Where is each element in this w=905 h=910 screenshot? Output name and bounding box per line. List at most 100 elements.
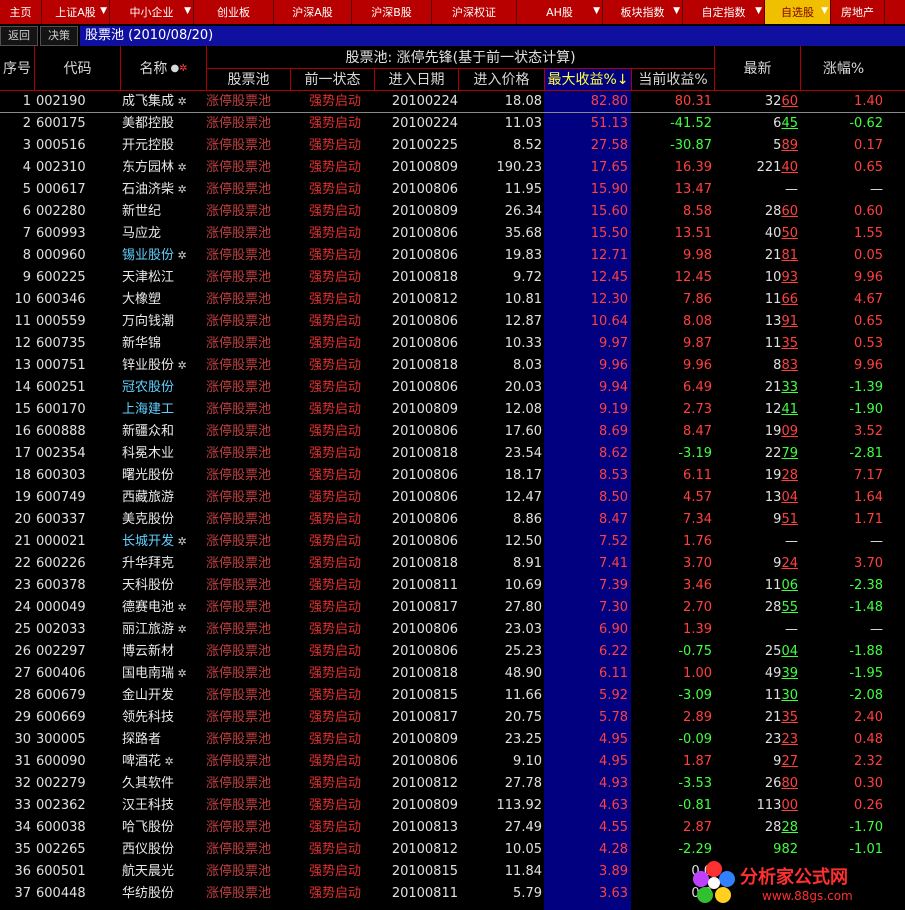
stock-name[interactable]: 博云新材: [122, 641, 207, 663]
table-row[interactable]: 11 000559 万向钱潮 涨停股票池 强势启动 20100806 12.87 10.64 8…: [0, 311, 905, 333]
stock-name[interactable]: 探路者: [122, 729, 207, 751]
table-row[interactable]: 2 600175 美都控股 涨停股票池 强势启动 20100224 11.03 51.13 -4…: [0, 113, 905, 135]
table-row[interactable]: 31 600090 啤酒花 ✲ 涨停股票池 强势启动 20100806 9.10 4.95 1.…: [0, 751, 905, 773]
menu-item-2[interactable]: 中小企业 ▼: [110, 0, 194, 24]
table-row[interactable]: 18 600303 曙光股份 涨停股票池 强势启动 20100806 18.17 8.53 6.…: [0, 465, 905, 487]
dropdown-arrow-icon[interactable]: ▼: [821, 6, 828, 16]
header-entry-date[interactable]: 进入日期: [374, 68, 458, 90]
header-index[interactable]: 序号: [0, 46, 34, 90]
table-row[interactable]: 15 600170 上海建工 涨停股票池 强势启动 20100809 12.08 9.19 2.…: [0, 399, 905, 421]
stock-name[interactable]: 曙光股份: [122, 465, 207, 487]
stock-name[interactable]: 新华锦: [122, 333, 207, 355]
table-row[interactable]: 10 600346 大橡塑 涨停股票池 强势启动 20100812 10.81 12.30 7.…: [0, 289, 905, 311]
menu-item-5[interactable]: 沪深B股: [352, 0, 432, 24]
table-row[interactable]: 27 600406 国电南瑞 ✲ 涨停股票池 强势启动 20100818 48.90 6.11…: [0, 663, 905, 685]
stock-name[interactable]: 天科股份: [122, 575, 207, 597]
header-name[interactable]: 名称 ● ✲: [120, 46, 206, 90]
stock-name[interactable]: 国电南瑞 ✲: [122, 663, 207, 685]
decision-button[interactable]: 决策: [40, 26, 78, 46]
dropdown-arrow-icon[interactable]: ▼: [593, 6, 600, 16]
menu-item-11[interactable]: 房地产: [831, 0, 885, 24]
stock-name[interactable]: 成飞集成 ✲: [122, 91, 207, 113]
table-row[interactable]: 34 600038 哈飞股份 涨停股票池 强势启动 20100813 27.49 4.55 2.…: [0, 817, 905, 839]
stock-name[interactable]: 马应龙: [122, 223, 207, 245]
table-row[interactable]: 8 000960 锡业股份 ✲ 涨停股票池 强势启动 20100806 19.83 12.71…: [0, 245, 905, 267]
stock-name[interactable]: 长城开发 ✲: [122, 531, 207, 553]
menu-item-1[interactable]: 上证A股 ▼: [42, 0, 110, 24]
table-row[interactable]: 30 300005 探路者 涨停股票池 强势启动 20100809 23.25 4.95 -0.…: [0, 729, 905, 751]
stock-name[interactable]: 汉王科技: [122, 795, 207, 817]
menu-item-9[interactable]: 自定指数 ▼: [683, 0, 765, 24]
header-max-profit[interactable]: 最大收益%↓: [544, 68, 631, 90]
table-row[interactable]: 14 600251 冠农股份 涨停股票池 强势启动 20100806 20.03 9.94 6.…: [0, 377, 905, 399]
stock-name[interactable]: 升华拜克: [122, 553, 207, 575]
stock-name[interactable]: 大橡塑: [122, 289, 207, 311]
table-row[interactable]: 20 600337 美克股份 涨停股票池 强势启动 20100806 8.86 8.47 7.3…: [0, 509, 905, 531]
table-row[interactable]: 24 000049 德赛电池 ✲ 涨停股票池 强势启动 20100817 27.80 7.30…: [0, 597, 905, 619]
stock-name[interactable]: 开元控股: [122, 135, 207, 157]
table-row[interactable]: 12 600735 新华锦 涨停股票池 强势启动 20100806 10.33 9.97 9.8…: [0, 333, 905, 355]
table-row[interactable]: 9 600225 天津松江 涨停股票池 强势启动 20100818 9.72 12.45 12.…: [0, 267, 905, 289]
stock-name[interactable]: 德赛电池 ✲: [122, 597, 207, 619]
table-row[interactable]: 33 002362 汉王科技 涨停股票池 强势启动 20100809 113.92 4.63 -…: [0, 795, 905, 817]
table-row[interactable]: 6 002280 新世纪 涨停股票池 强势启动 20100809 26.34 15.60 8.5…: [0, 201, 905, 223]
stock-name[interactable]: 万向钱潮: [122, 311, 207, 333]
table-row[interactable]: 5 000617 石油济柴 ✲ 涨停股票池 强势启动 20100806 11.95 15.90…: [0, 179, 905, 201]
header-pool[interactable]: 股票池: [206, 68, 290, 90]
table-row[interactable]: 22 600226 升华拜克 涨停股票池 强势启动 20100818 8.91 7.41 3.7…: [0, 553, 905, 575]
stock-name[interactable]: 西仪股份: [122, 839, 207, 861]
stock-name[interactable]: 美都控股: [122, 113, 207, 135]
stock-name[interactable]: 锌业股份 ✲: [122, 355, 207, 377]
header-entry-price[interactable]: 进入价格: [458, 68, 544, 90]
menu-item-6[interactable]: 沪深权证: [432, 0, 517, 24]
table-row[interactable]: 21 000021 长城开发 ✲ 涨停股票池 强势启动 20100806 12.50 7.52…: [0, 531, 905, 553]
table-row[interactable]: 29 600669 领先科技 涨停股票池 强势启动 20100817 20.75 5.78 2.…: [0, 707, 905, 729]
header-current-profit[interactable]: 当前收益%: [631, 68, 714, 90]
dropdown-arrow-icon[interactable]: ▼: [673, 6, 680, 16]
dropdown-arrow-icon[interactable]: ▼: [100, 6, 107, 16]
stock-name[interactable]: 航天晨光: [122, 861, 207, 883]
stock-name[interactable]: 新世纪: [122, 201, 207, 223]
menu-item-7[interactable]: AH股 ▼: [517, 0, 603, 24]
stock-name[interactable]: 啤酒花 ✲: [122, 751, 207, 773]
stock-name[interactable]: 上海建工: [122, 399, 207, 421]
table-row[interactable]: 19 600749 西藏旅游 涨停股票池 强势启动 20100806 12.47 8.50 4.…: [0, 487, 905, 509]
menu-item-0[interactable]: 主页: [0, 0, 42, 24]
stock-name[interactable]: 久其软件: [122, 773, 207, 795]
table-row[interactable]: 32 002279 久其软件 涨停股票池 强势启动 20100812 27.78 4.93 -3…: [0, 773, 905, 795]
table-row[interactable]: 26 002297 博云新材 涨停股票池 强势启动 20100806 25.23 6.22 -0…: [0, 641, 905, 663]
table-row[interactable]: 13 000751 锌业股份 ✲ 涨停股票池 强势启动 20100818 8.03 9.96 9…: [0, 355, 905, 377]
table-row[interactable]: 16 600888 新疆众和 涨停股票池 强势启动 20100806 17.60 8.69 8.…: [0, 421, 905, 443]
table-row[interactable]: 1 002190 成飞集成 ✲ 涨停股票池 强势启动 20100224 18.08 82.80…: [0, 91, 905, 113]
header-prev-state[interactable]: 前一状态: [290, 68, 374, 90]
table-row[interactable]: 4 002310 东方园林 ✲ 涨停股票池 强势启动 20100809 190.23 17.6…: [0, 157, 905, 179]
table-row[interactable]: 23 600378 天科股份 涨停股票池 强势启动 20100811 10.69 7.39 3.…: [0, 575, 905, 597]
menu-item-10[interactable]: 自选股 ▼: [765, 0, 831, 24]
stock-name[interactable]: 石油济柴 ✲: [122, 179, 207, 201]
table-row[interactable]: 3 000516 开元控股 涨停股票池 强势启动 20100225 8.52 27.58 -30…: [0, 135, 905, 157]
stock-name[interactable]: 哈飞股份: [122, 817, 207, 839]
stock-name[interactable]: 金山开发: [122, 685, 207, 707]
menu-item-8[interactable]: 板块指数 ▼: [603, 0, 683, 24]
back-button[interactable]: 返回: [0, 26, 38, 46]
stock-name[interactable]: 科冕木业: [122, 443, 207, 465]
stock-name[interactable]: 西藏旅游: [122, 487, 207, 509]
stock-name[interactable]: 天津松江: [122, 267, 207, 289]
header-change[interactable]: 涨幅%: [800, 46, 886, 90]
stock-name[interactable]: 新疆众和: [122, 421, 207, 443]
stock-name[interactable]: 美克股份: [122, 509, 207, 531]
stock-name[interactable]: 锡业股份 ✲: [122, 245, 207, 267]
stock-name[interactable]: 冠农股份: [122, 377, 207, 399]
header-code[interactable]: 代码: [34, 46, 120, 90]
stock-name[interactable]: 丽江旅游 ✲: [122, 619, 207, 641]
table-row[interactable]: 28 600679 金山开发 涨停股票池 强势启动 20100815 11.66 5.92 -3…: [0, 685, 905, 707]
dropdown-arrow-icon[interactable]: ▼: [755, 6, 762, 16]
stock-name[interactable]: 领先科技: [122, 707, 207, 729]
table-row[interactable]: 7 600993 马应龙 涨停股票池 强势启动 20100806 35.68 15.50 13.…: [0, 223, 905, 245]
header-latest[interactable]: 最新: [714, 46, 800, 90]
stock-name[interactable]: 华纺股份: [122, 883, 207, 905]
table-row[interactable]: 25 002033 丽江旅游 ✲ 涨停股票池 强势启动 20100806 23.03 6.90…: [0, 619, 905, 641]
stock-name[interactable]: 东方园林 ✲: [122, 157, 207, 179]
menu-item-4[interactable]: 沪深A股: [274, 0, 352, 24]
dropdown-arrow-icon[interactable]: ▼: [184, 6, 191, 16]
